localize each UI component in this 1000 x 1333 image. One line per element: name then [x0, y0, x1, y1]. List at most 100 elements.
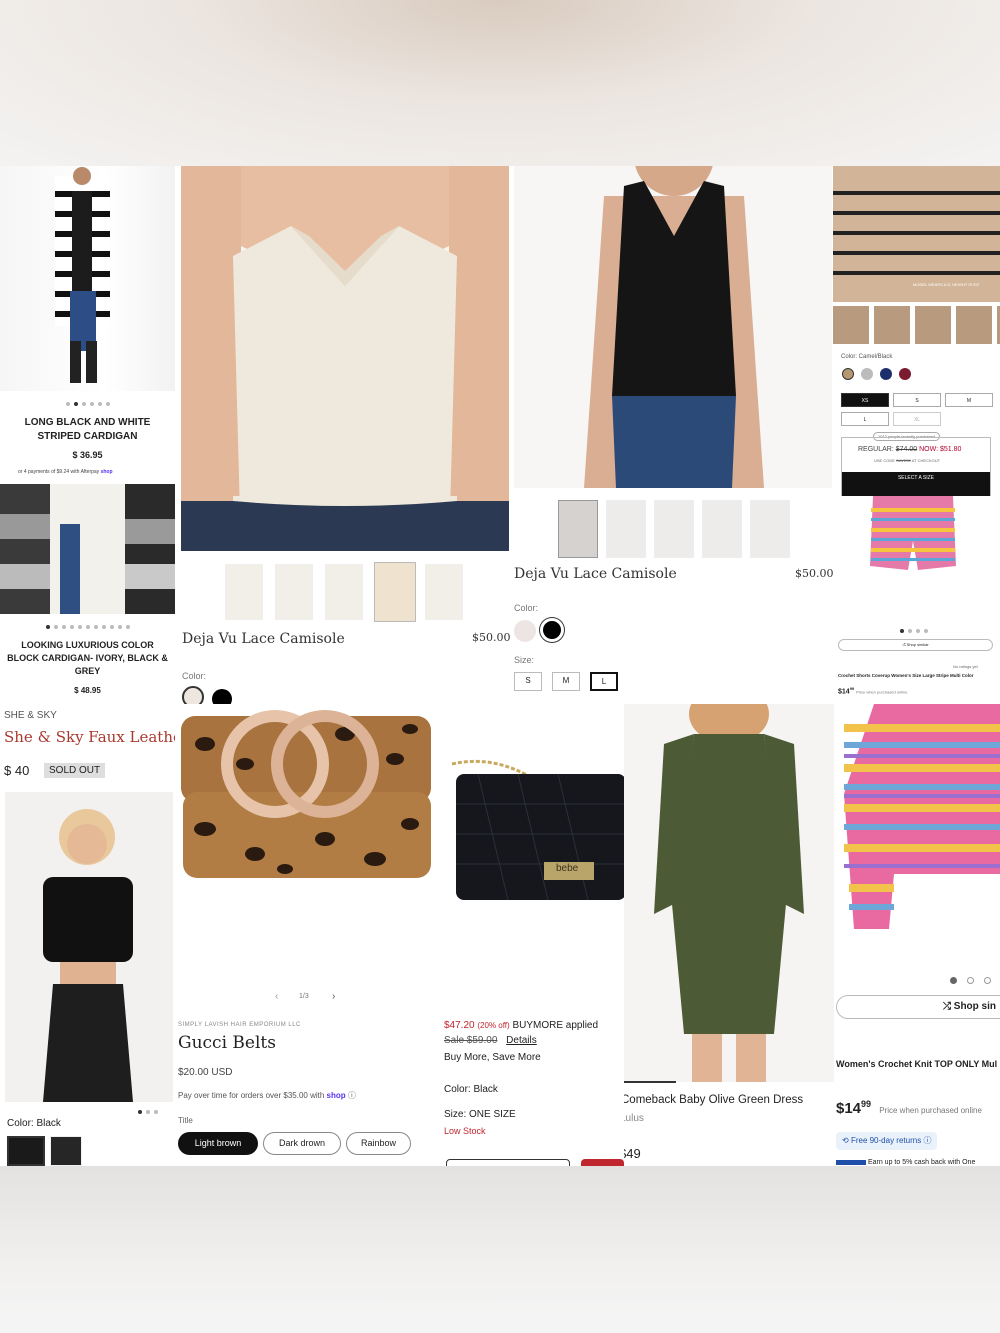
size-option-m[interactable]: M [945, 393, 993, 407]
color-label: Color: [182, 671, 207, 681]
thumbnail-5[interactable] [750, 500, 790, 558]
product-image[interactable] [181, 166, 509, 551]
size-option-m[interactable]: M [552, 672, 580, 691]
thumbnail-2[interactable] [50, 1136, 82, 1166]
low-stock-label: Low Stock [444, 1126, 486, 1136]
blurred-top-background [0, 0, 1000, 166]
carousel-dots[interactable] [46, 625, 130, 629]
buy-more-label[interactable]: Buy More, Save More [444, 1052, 541, 1063]
swatch-burgundy[interactable] [899, 368, 911, 380]
size-label: Size: [514, 655, 535, 665]
swatch-grey[interactable] [861, 368, 873, 380]
product-title[interactable]: LONG BLACK AND WHITE STRIPED CARDIGAN [5, 416, 170, 444]
color-swatch-cream[interactable] [182, 686, 204, 704]
size-option-s[interactable]: S [514, 672, 542, 691]
swatch-navy[interactable] [880, 368, 892, 380]
option-light-brown[interactable]: Light brown [178, 1132, 258, 1155]
model-photo [514, 166, 832, 488]
shop-similar-button[interactable]: ⤮ Shop similar [838, 639, 993, 651]
color-swatch-cream[interactable] [514, 620, 536, 642]
product-title[interactable]: Comeback Baby Olive Green Dress [624, 1094, 803, 1106]
swatch-camel[interactable] [842, 368, 854, 380]
thumbnail-1[interactable] [225, 564, 263, 620]
color-label: Color: Camel/Black [841, 354, 893, 360]
product-image[interactable]: bebe [438, 704, 624, 1004]
thumbnail-strip[interactable] [833, 306, 1000, 344]
product-card-black-camisole[interactable]: Deja Vu Lace Camisole $50.00 Color: Size… [510, 166, 835, 704]
product-card-olive-dress[interactable]: Comeback Baby Olive Green Dress Lulus $4… [624, 704, 834, 1166]
thumbnail-4[interactable] [702, 500, 742, 558]
carousel-dots[interactable] [900, 629, 928, 633]
thumbnail-3[interactable] [654, 500, 694, 558]
option-rainbow[interactable]: Rainbow [346, 1132, 411, 1155]
thumbnail-3[interactable] [325, 564, 363, 620]
product-image[interactable] [624, 704, 834, 1082]
product-card-gucci-belts[interactable]: ‹ 1/3 › SIMPLY LAVISH HAIR EMPORIUM LLC … [175, 704, 438, 1166]
size-option-xs[interactable]: XS [841, 393, 889, 407]
carousel-dots[interactable] [138, 1110, 158, 1114]
price-cents: 99 [849, 686, 855, 691]
afterpay-label: Afterpay [80, 469, 100, 475]
info-icon[interactable]: ⓘ [923, 1136, 931, 1145]
product-card-striped-sweater[interactable]: MODEL WEARS A S, HEIGHT IS 5'5" Color: C… [833, 166, 1000, 496]
add-to-bag-button[interactable] [581, 1159, 624, 1166]
model-photo [624, 704, 834, 1082]
size-option-s[interactable]: S [893, 393, 941, 407]
product-card-cream-camisole[interactable]: Deja Vu Lace Camisole $50.00 Color: [175, 166, 510, 704]
product-price: $20.00 USD [178, 1067, 233, 1078]
carousel-dots[interactable] [950, 977, 991, 984]
size-option-xl[interactable]: XL [893, 412, 941, 426]
product-image[interactable] [5, 792, 173, 1102]
size-option-l[interactable]: L [841, 412, 889, 426]
details-link[interactable]: Details [506, 1035, 537, 1046]
model-photo [181, 166, 509, 551]
product-title[interactable]: Gucci Belts [178, 1033, 276, 1053]
product-title[interactable]: Deja Vu Lace Camisole [182, 631, 345, 647]
thumbnail-2[interactable] [606, 500, 646, 558]
product-title[interactable]: Women's Crochet Knit TOP ONLY Mul [836, 1059, 997, 1069]
product-card-crochet-top[interactable]: ⤮ Shop sin Women's Crochet Knit TOP ONLY… [834, 704, 1000, 1166]
promo-code-value: SAVE30 [896, 458, 911, 463]
product-image[interactable] [0, 484, 175, 614]
product-price: $ 48.95 [74, 686, 101, 695]
shuffle-icon: ⤮ [902, 642, 906, 647]
product-card-faux-leather-skirt[interactable]: SHE & SKY She & Sky Faux Leather $ 40 SO… [0, 704, 175, 1166]
color-swatch-black[interactable] [540, 618, 564, 642]
thumbnail-1[interactable] [558, 500, 598, 558]
prev-arrow-icon[interactable]: ‹ [275, 991, 278, 1002]
color-label: Color: Black [444, 1084, 498, 1095]
thumbnail-5[interactable] [425, 564, 463, 620]
size-option-l[interactable]: L [590, 672, 618, 691]
quantity-select[interactable] [446, 1159, 570, 1166]
product-image[interactable] [834, 704, 1000, 949]
product-card-colorblock-cardigan[interactable]: LOOKING LUXURIOUS COLOR BLOCK CARDIGAN- … [0, 484, 175, 704]
shop-similar-button[interactable]: ⤮ Shop sin [836, 995, 1000, 1019]
product-title[interactable]: Crochet Shorts Coverup Women's Size Larg… [838, 673, 1000, 678]
product-title[interactable]: LOOKING LUXURIOUS COLOR BLOCK CARDIGAN- … [6, 639, 169, 678]
next-arrow-icon[interactable]: › [332, 991, 335, 1002]
pager-label: 1/3 [299, 993, 309, 1000]
carousel-dots[interactable] [66, 402, 110, 406]
product-image[interactable] [514, 166, 832, 488]
discount-label: (20% off) [477, 1021, 510, 1030]
product-image[interactable] [175, 704, 438, 934]
product-card-striped-cardigan[interactable]: LONG BLACK AND WHITE STRIPED CARDIGAN $ … [0, 166, 175, 484]
color-swatch-black[interactable] [212, 689, 232, 704]
info-icon[interactable]: ⓘ [348, 1091, 356, 1100]
product-title[interactable]: Deja Vu Lace Camisole [514, 566, 677, 582]
product-card-crochet-shorts[interactable]: ⤮ Shop similar No ratings yet Crochet Sh… [833, 496, 1000, 704]
select-size-button[interactable]: SELECT A SIZE [842, 472, 990, 496]
product-title[interactable]: She & Sky Faux Leather [4, 728, 175, 746]
product-card-quilted-bag[interactable]: bebe $47.20 (20% off) BUYMORE applied Sa… [438, 704, 624, 1166]
thumbnail-1[interactable] [7, 1136, 45, 1166]
sold-out-badge: SOLD OUT [44, 763, 106, 778]
installments-note: or 4 payments of $9.24 with Afterpay sho… [18, 469, 113, 475]
thumbnail-4[interactable] [374, 562, 416, 622]
option-dark-drown[interactable]: Dark drown [263, 1132, 341, 1155]
size-label: Size: ONE SIZE [444, 1109, 516, 1120]
product-image[interactable]: MODEL WEARS A S, HEIGHT IS 5'5" [833, 166, 1000, 302]
product-image[interactable] [0, 166, 175, 391]
product-image[interactable] [868, 496, 958, 576]
thumbnail-2[interactable] [275, 564, 313, 620]
product-price: $ 40 [4, 763, 30, 778]
